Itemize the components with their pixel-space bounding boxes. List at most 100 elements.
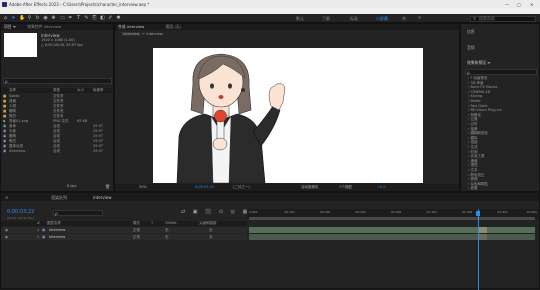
project-item[interactable]: ▪ 背景01.png PNG 文件 65 KB bbox=[1, 119, 113, 124]
project-item[interactable]: ▣ 头部 合成 29.97 bbox=[1, 129, 113, 134]
maximize-button[interactable]: □ bbox=[517, 2, 521, 7]
zoom-tool-icon[interactable]: ⚲ bbox=[27, 16, 32, 21]
layer-tab[interactable]: 图层 (无) bbox=[166, 24, 182, 29]
current-timecode[interactable]: 0;00;03;22 bbox=[7, 209, 34, 215]
project-tab[interactable]: 项目 ≡ bbox=[4, 24, 16, 29]
playhead-handle[interactable] bbox=[476, 211, 481, 216]
layer-parent[interactable]: 无 bbox=[209, 235, 213, 240]
breadcrumb-root[interactable]: interview bbox=[121, 32, 142, 36]
ruler-tick-label: 00;45s bbox=[355, 210, 366, 214]
timeline-search[interactable] bbox=[53, 210, 103, 216]
work-area-bar[interactable] bbox=[249, 217, 535, 220]
ruler-tick-label: 0;00s bbox=[249, 210, 258, 214]
layer-mode[interactable]: 正常 bbox=[133, 228, 140, 233]
workspace-library[interactable]: 库 bbox=[402, 16, 406, 21]
toolbar: ⌂ ➤ ✋ ⚲ ↻ ◉ ✥ ▭ ✒ T ✎ ⎘ ◧ ✐ ✱ 默认 了解 标准 小… bbox=[0, 14, 540, 23]
audio-panel-tab[interactable]: 音频 bbox=[467, 45, 475, 50]
puppet-tool-icon[interactable]: ✱ bbox=[116, 16, 121, 21]
pen-tool-icon[interactable]: ✒ bbox=[68, 16, 73, 21]
hand-tool-icon[interactable]: ✋ bbox=[19, 16, 25, 21]
effects-search[interactable] bbox=[465, 69, 537, 75]
project-item[interactable]: ▣ 眼睛 合成 29.97 bbox=[1, 134, 113, 139]
workspace-default[interactable]: 默认 bbox=[296, 16, 304, 21]
workspace-small-screen[interactable]: 小屏幕 bbox=[376, 16, 388, 21]
project-item[interactable]: ■ Solids 文件夹 bbox=[1, 94, 113, 99]
camera-dropdown[interactable]: 活动摄像机 bbox=[301, 185, 319, 190]
info-panel-tab[interactable]: 信息 bbox=[467, 29, 475, 34]
text-tool-icon[interactable]: T bbox=[76, 16, 81, 21]
composition-canvas[interactable] bbox=[153, 48, 423, 183]
composition-viewer: 合成 interview 图层 (无) interview ← intervie… bbox=[114, 23, 460, 192]
col-parent[interactable]: 父级和链接 bbox=[199, 221, 217, 226]
item-type: 合成 bbox=[53, 124, 60, 128]
bpc-label[interactable]: 8 bpc bbox=[67, 184, 77, 189]
home-icon[interactable]: ⌂ bbox=[3, 16, 8, 21]
breadcrumb-current[interactable]: interview bbox=[146, 32, 162, 36]
project-item[interactable]: ▣ 整体合成 合成 29.97 bbox=[1, 144, 113, 149]
col-mode[interactable]: 模式 bbox=[133, 221, 140, 226]
project-item[interactable]: ■ 眼睛 文件夹 bbox=[1, 109, 113, 114]
project-item[interactable]: ▣ 身体 合成 29.97 bbox=[1, 124, 113, 129]
project-item[interactable]: ▣ 嘴巴 合成 29.97 bbox=[1, 139, 113, 144]
item-name: 嘴巴 bbox=[9, 139, 16, 143]
left-eye bbox=[210, 83, 214, 89]
layer-name[interactable]: interview bbox=[49, 235, 65, 240]
col-fps[interactable]: 帧速率 bbox=[93, 88, 104, 93]
ruler-tick-label: 01;00s bbox=[391, 210, 402, 214]
project-item[interactable]: ■ 背景 文件夹 bbox=[1, 99, 113, 104]
interview-timeline-tab[interactable]: interview bbox=[93, 195, 112, 200]
col-name[interactable]: 名称 bbox=[9, 88, 16, 93]
resolution-dropdown[interactable]: (二分之一) bbox=[233, 185, 250, 190]
col-size[interactable]: 大小 bbox=[77, 88, 84, 93]
col-trkmat[interactable]: TrkMat bbox=[165, 221, 177, 226]
composition-icon: ▣ bbox=[3, 129, 7, 133]
views-dropdown[interactable]: 1个视图 bbox=[339, 185, 352, 190]
rotate-tool-icon[interactable]: ↻ bbox=[35, 16, 40, 21]
layer-name[interactable]: interview bbox=[49, 228, 65, 233]
effect-category-label: 过时 bbox=[470, 122, 478, 126]
brush-tool-icon[interactable]: ✎ bbox=[84, 16, 89, 21]
layer-row[interactable]: ◉ 1 ▣ interview 正常 无 无 bbox=[1, 227, 247, 233]
layer-mode[interactable]: 正常 bbox=[133, 235, 140, 240]
selection-tool-icon[interactable]: ➤ bbox=[11, 16, 16, 21]
workspace-standard[interactable]: 标准 bbox=[350, 16, 358, 21]
minimize-button[interactable]: — bbox=[505, 2, 509, 7]
effect-category-label: 透视 bbox=[470, 163, 478, 168]
workspace-learn[interactable]: 了解 bbox=[322, 16, 330, 21]
composition-tab[interactable]: 合成 interview bbox=[118, 24, 144, 29]
effect-category[interactable]: › 遮罩 bbox=[468, 186, 478, 191]
ruler-tick-label: 00;30s bbox=[320, 210, 331, 214]
visibility-eye-icon[interactable]: ◉ bbox=[5, 235, 8, 240]
project-item[interactable]: ■ 人物 文件夹 bbox=[1, 104, 113, 109]
effect-controls-tab[interactable]: 效果控件 interview bbox=[27, 24, 61, 29]
viewer-timecode[interactable]: 0;00;03;22 bbox=[195, 185, 214, 190]
visibility-eye-icon[interactable]: ◉ bbox=[5, 228, 8, 233]
exposure-value[interactable]: +0.0 bbox=[377, 185, 386, 190]
effect-category-label: 文本 bbox=[470, 168, 478, 172]
project-search[interactable] bbox=[3, 78, 112, 84]
col-layer-name[interactable]: 图层名称 bbox=[47, 221, 61, 226]
camera-tool-icon[interactable]: ◉ bbox=[43, 16, 48, 21]
rectangle-tool-icon[interactable]: ▭ bbox=[60, 16, 65, 21]
layer-parent[interactable]: 无 bbox=[209, 228, 213, 233]
col-type[interactable]: 类型 bbox=[53, 88, 60, 93]
project-item[interactable]: ▣ interview 合成 29.97 bbox=[1, 149, 113, 154]
project-item[interactable]: ■ 嘴巴 文件夹 bbox=[1, 114, 113, 119]
roto-tool-icon[interactable]: ✐ bbox=[108, 16, 113, 21]
track-bar-1[interactable] bbox=[249, 227, 535, 233]
track-bar-2[interactable] bbox=[249, 234, 535, 240]
close-button[interactable]: ✕ bbox=[530, 2, 533, 7]
render-queue-tab[interactable]: 渲染队列 bbox=[51, 195, 67, 200]
trash-icon[interactable]: 🗑 bbox=[105, 184, 110, 189]
zoom-level[interactable]: 50% bbox=[139, 185, 147, 190]
workspace-menu-icon[interactable]: » bbox=[418, 16, 421, 21]
layer-trkmat[interactable]: 无 bbox=[165, 228, 169, 233]
eraser-tool-icon[interactable]: ◧ bbox=[100, 16, 105, 21]
layer-row[interactable]: ◉ 2 ▣ interview 正常 无 无 bbox=[1, 234, 247, 240]
layer-trkmat[interactable]: 无 bbox=[165, 235, 169, 240]
pan-behind-tool-icon[interactable]: ✥ bbox=[51, 16, 56, 21]
playhead[interactable] bbox=[477, 209, 479, 290]
clone-tool-icon[interactable]: ⎘ bbox=[92, 16, 97, 21]
close-tab-icon[interactable]: ✕ bbox=[5, 195, 8, 200]
effects-presets-tab[interactable]: 效果和预设 ≡ bbox=[467, 60, 490, 65]
